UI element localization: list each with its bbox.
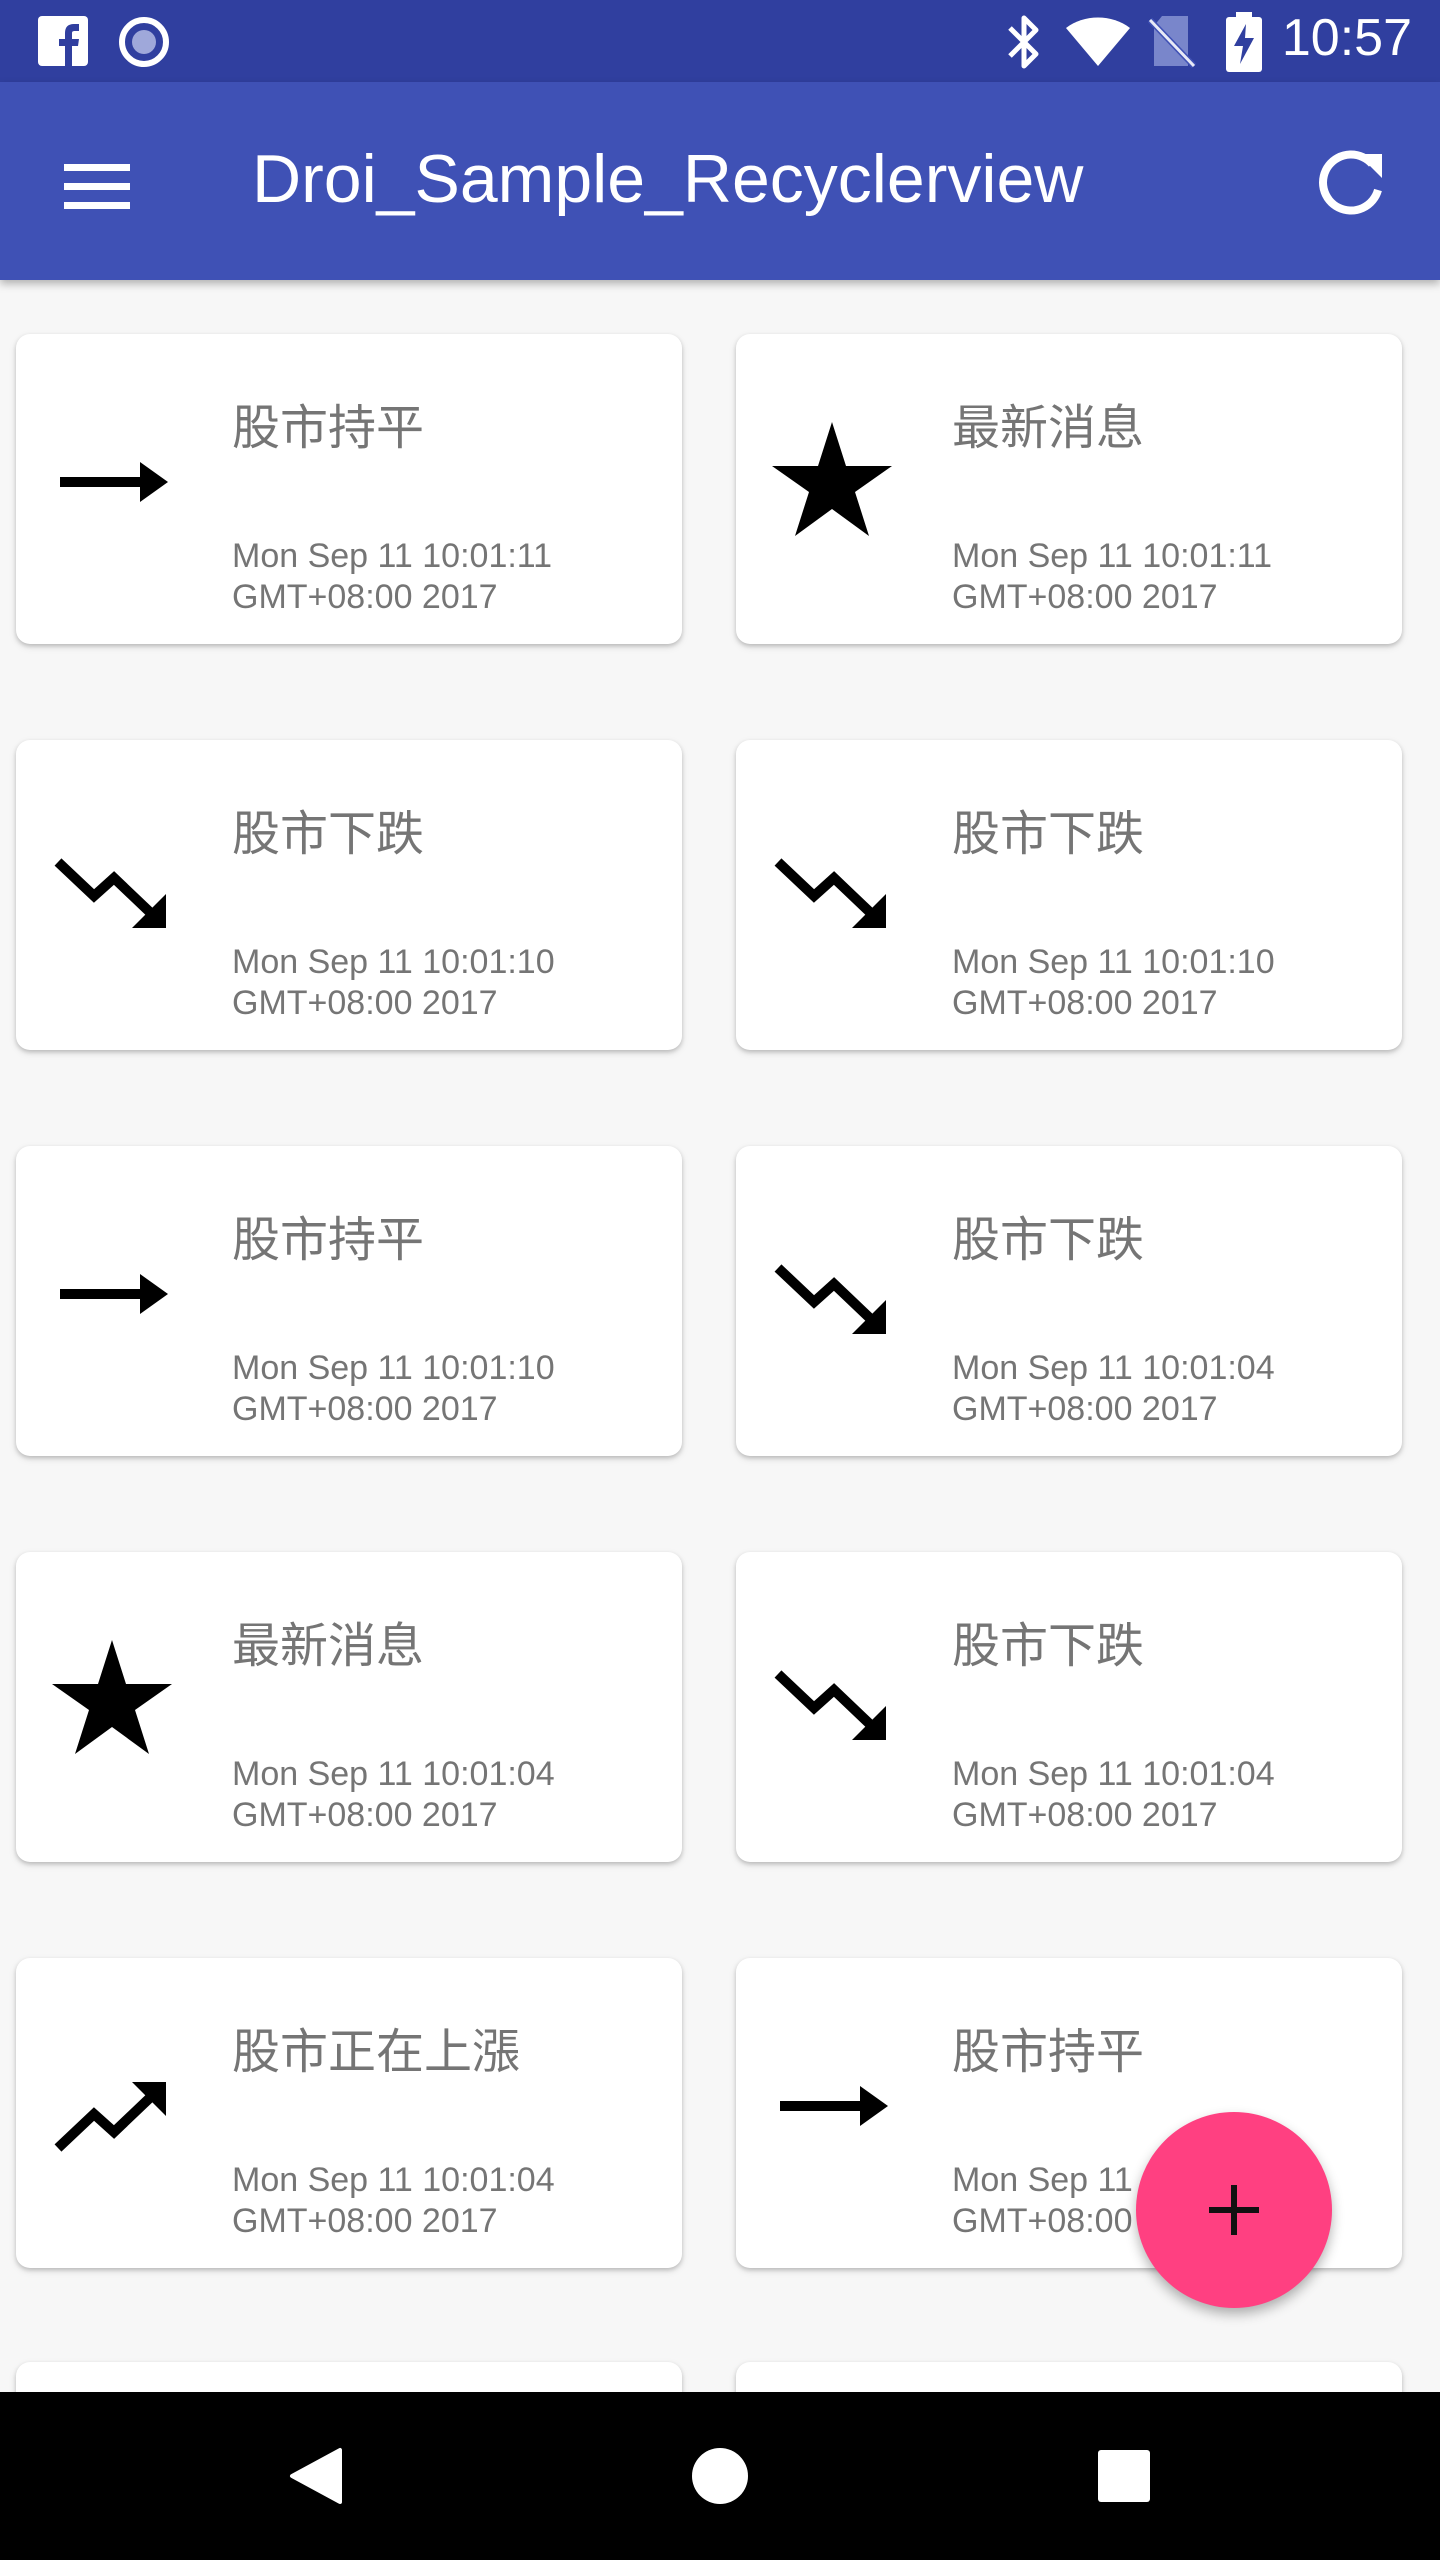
card-title: 股市下跌 bbox=[952, 806, 1145, 862]
card-timestamp: Mon Sep 11 10:01:10 GMT+08:00 2017 bbox=[952, 942, 1275, 1024]
card-timestamp-line1: Mon Sep 11 10:01:04 bbox=[952, 1755, 1275, 1793]
card-timestamp-line2: GMT+08:00 2017 bbox=[232, 984, 498, 1022]
page-title: Droi_Sample_Recyclerview bbox=[252, 141, 1084, 217]
app-toolbar: Droi_Sample_Recyclerview bbox=[0, 82, 1440, 280]
status-time: 10:57 bbox=[1281, 9, 1412, 67]
card-title: 股市持平 bbox=[952, 2024, 1145, 2080]
card-timestamp: Mon Sep 11 10:01:04 GMT+08:00 2017 bbox=[232, 2160, 555, 2242]
card-timestamp-line1: Mon Sep 11 10:01:04 bbox=[232, 1755, 555, 1793]
card-title: 最新消息 bbox=[952, 400, 1145, 456]
trending-down-icon bbox=[764, 820, 900, 956]
star-icon bbox=[44, 1632, 180, 1768]
card-title: 最新消息 bbox=[232, 1618, 425, 1674]
card-timestamp-line1: Mon Sep 11 10:01:10 bbox=[232, 1349, 555, 1387]
menu-button[interactable] bbox=[50, 138, 146, 234]
card-timestamp-line1: Mon Sep 11 10:01:11 bbox=[232, 537, 553, 575]
record-icon bbox=[118, 16, 170, 72]
card-timestamp: Mon Sep 11 10:01:11 GMT+08:00 2017 bbox=[232, 536, 552, 618]
card-timestamp-line2: GMT+08:00 2017 bbox=[952, 984, 1218, 1022]
card-timestamp-line1: Mon Sep 11 10:01:04 bbox=[232, 2161, 555, 2199]
list-card[interactable] bbox=[736, 2362, 1402, 2392]
list-card[interactable]: 股市持平 Mon Sep 11 10:01:11 GMT+08:00 2017 bbox=[16, 334, 682, 644]
card-title: 股市下跌 bbox=[952, 1212, 1145, 1268]
back-icon bbox=[266, 2448, 366, 2530]
card-timestamp: Mon Sep 11 10:01:10 GMT+08:00 2017 bbox=[232, 1348, 555, 1430]
system-nav-bar bbox=[0, 2392, 1440, 2560]
list-card[interactable]: 股市下跌 Mon Sep 11 10:01:10 GMT+08:00 2017 bbox=[16, 740, 682, 1050]
list-card[interactable]: 股市下跌 Mon Sep 11 10:01:04 GMT+08:00 2017 bbox=[736, 1552, 1402, 1862]
card-timestamp-line2: GMT+08:00 2017 bbox=[232, 2202, 498, 2240]
no-sim-icon bbox=[1147, 14, 1197, 74]
back-button[interactable] bbox=[266, 2426, 366, 2526]
refresh-icon bbox=[1300, 150, 1400, 238]
trending-up-icon bbox=[44, 2038, 180, 2174]
card-timestamp: Mon Sep 11 GMT+08:00 bbox=[952, 2160, 1133, 2242]
arrow-flat-icon bbox=[764, 2038, 900, 2174]
screen: 10:57 Droi_Sample_Recyclerview 股市持平 Mon … bbox=[0, 0, 1440, 2560]
wifi-icon bbox=[1064, 16, 1132, 72]
card-timestamp-line1: Mon Sep 11 bbox=[952, 2161, 1133, 2199]
list-card[interactable]: 股市下跌 Mon Sep 11 10:01:10 GMT+08:00 2017 bbox=[736, 740, 1402, 1050]
list-card[interactable]: 股市正在上漲 Mon Sep 11 10:01:04 GMT+08:00 2017 bbox=[16, 1958, 682, 2268]
arrow-flat-icon bbox=[44, 414, 180, 550]
bluetooth-icon bbox=[1002, 14, 1046, 74]
card-timestamp-line1: Mon Sep 11 10:01:04 bbox=[952, 1349, 1275, 1387]
add-fab-button[interactable] bbox=[1136, 2112, 1332, 2308]
recents-button[interactable] bbox=[1074, 2426, 1174, 2526]
list-card[interactable]: 最新消息 Mon Sep 11 10:01:04 GMT+08:00 2017 bbox=[16, 1552, 682, 1862]
card-timestamp: Mon Sep 11 10:01:11 GMT+08:00 2017 bbox=[952, 536, 1272, 618]
card-title: 股市下跌 bbox=[232, 806, 425, 862]
card-timestamp: Mon Sep 11 10:01:04 GMT+08:00 2017 bbox=[952, 1348, 1275, 1430]
news-list[interactable]: 股市持平 Mon Sep 11 10:01:11 GMT+08:00 2017 最新消… bbox=[0, 280, 1440, 2392]
trending-down-icon bbox=[44, 820, 180, 956]
list-card[interactable]: 股市持平 Mon Sep 11 10:01:10 GMT+08:00 2017 bbox=[16, 1146, 682, 1456]
card-timestamp-line1: Mon Sep 11 10:01:10 bbox=[232, 943, 555, 981]
home-button[interactable] bbox=[670, 2426, 770, 2526]
card-title: 股市持平 bbox=[232, 400, 425, 456]
card-timestamp: Mon Sep 11 10:01:04 GMT+08:00 2017 bbox=[952, 1754, 1275, 1836]
refresh-button[interactable] bbox=[1300, 134, 1400, 234]
list-card[interactable]: 股市下跌 Mon Sep 11 10:01:04 GMT+08:00 2017 bbox=[736, 1146, 1402, 1456]
facebook-icon bbox=[38, 16, 88, 70]
card-title: 股市正在上漲 bbox=[232, 2024, 521, 2080]
card-timestamp-line2: GMT+08:00 2017 bbox=[232, 1796, 498, 1834]
card-timestamp-line2: GMT+08:00 2017 bbox=[232, 1390, 498, 1428]
card-timestamp-line1: Mon Sep 11 10:01:11 bbox=[952, 537, 1273, 575]
trending-down-icon bbox=[764, 1632, 900, 1768]
trending-down-icon bbox=[764, 1226, 900, 1362]
recents-icon bbox=[1074, 2450, 1174, 2530]
card-timestamp: Mon Sep 11 10:01:10 GMT+08:00 2017 bbox=[232, 942, 555, 1024]
arrow-flat-icon bbox=[44, 1226, 180, 1362]
list-card[interactable] bbox=[16, 2362, 682, 2392]
menu-icon bbox=[50, 164, 146, 238]
card-timestamp-line2: GMT+08:00 2017 bbox=[952, 1390, 1218, 1428]
card-timestamp: Mon Sep 11 10:01:04 GMT+08:00 2017 bbox=[232, 1754, 555, 1836]
home-icon bbox=[670, 2448, 770, 2530]
card-title: 股市持平 bbox=[232, 1212, 425, 1268]
star-icon bbox=[764, 414, 900, 550]
list-card[interactable]: 最新消息 Mon Sep 11 10:01:11 GMT+08:00 2017 bbox=[736, 334, 1402, 644]
card-timestamp-line2: GMT+08:00 bbox=[952, 2202, 1133, 2240]
status-bar: 10:57 bbox=[0, 0, 1440, 82]
card-timestamp-line2: GMT+08:00 2017 bbox=[952, 1796, 1218, 1834]
battery-charging-icon bbox=[1226, 12, 1262, 76]
card-timestamp-line1: Mon Sep 11 10:01:10 bbox=[952, 943, 1275, 981]
card-timestamp-line2: GMT+08:00 2017 bbox=[232, 578, 498, 616]
card-title: 股市下跌 bbox=[952, 1618, 1145, 1674]
card-timestamp-line2: GMT+08:00 2017 bbox=[952, 578, 1218, 616]
